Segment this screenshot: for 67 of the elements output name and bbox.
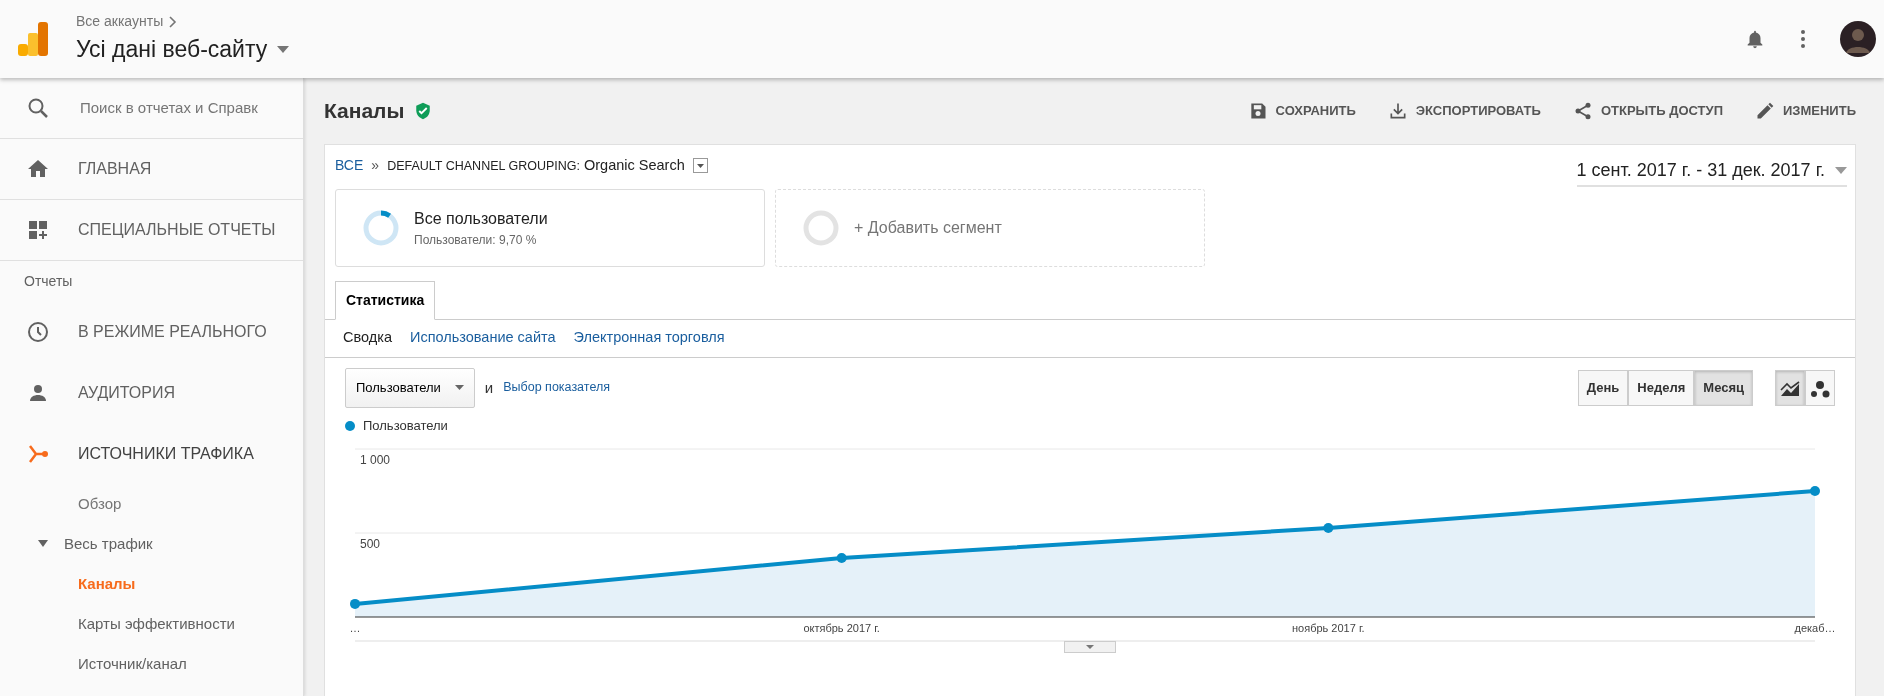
period-button[interactable]: Месяц	[1694, 369, 1753, 406]
conjunction-text: и	[484, 377, 494, 398]
expand-handle-icon[interactable]	[1064, 641, 1116, 654]
subtab[interactable]: Электронная торговля	[573, 327, 725, 350]
toolbar-action[interactable]: СОХРАНИТЬ	[1247, 101, 1356, 121]
custom-icon	[26, 218, 50, 242]
dimension-label: DEFAULT CHANNEL GROUPING:	[387, 157, 580, 175]
sidebar-nav-item[interactable]: АУДИТОРИЯ	[0, 362, 303, 423]
page-title: Каналы	[324, 98, 405, 125]
period-button[interactable]: День	[1577, 369, 1629, 406]
date-range-picker[interactable]: 1 сент. 2017 г. - 31 дек. 2017 г.	[1576, 155, 1847, 187]
metric-link[interactable]: Выбор показателя	[503, 378, 610, 398]
triangle-icon[interactable]	[38, 540, 48, 548]
sidebar-group-link[interactable]: Весь трафик	[64, 532, 153, 556]
bar-chart-logo[interactable]	[18, 22, 48, 56]
add-segment-button[interactable]: + Добавить сегмент	[775, 188, 1205, 267]
more-vertical-icon[interactable]	[1800, 29, 1806, 49]
legend-label: Пользователи	[363, 416, 448, 435]
axis-label: октябрь 2017 г.	[803, 622, 880, 635]
sidebar-link[interactable]: Источник/канал	[0, 644, 303, 684]
subtab[interactable]: Сводка	[343, 327, 392, 350]
search-icon	[26, 96, 50, 120]
sidebar-nav-item[interactable]: ГЛАВНАЯ	[0, 139, 303, 199]
data-point[interactable]	[350, 599, 360, 610]
view-selector[interactable]: Усі дані веб-сайту	[76, 32, 268, 67]
sidebar-nav-item[interactable]: В РЕЖИМЕ РЕАЛЬНОГО	[0, 301, 303, 362]
sidebar-link[interactable]: Обзор	[0, 484, 303, 524]
line-chart-button[interactable]	[1775, 369, 1805, 406]
dropdown-caret-icon[interactable]	[277, 46, 290, 53]
breadcrumb-separator: »	[371, 156, 380, 176]
empty-ring-icon	[802, 208, 840, 247]
axis-label: декаб…	[1794, 622, 1836, 635]
segment-detail: Пользователи: 9,70 %	[414, 231, 538, 249]
data-point[interactable]	[836, 553, 847, 564]
sidebar-link[interactable]: Карты эффективности	[0, 604, 303, 644]
dimension-value: Organic Search	[584, 156, 685, 175]
clock-icon	[26, 319, 50, 344]
data-point[interactable]	[1810, 486, 1820, 497]
dropdown-caret-icon	[454, 385, 464, 391]
sidebar-nav-item[interactable]: СПЕЦИАЛЬНЫЕ ОТЧЕТЫ	[0, 200, 303, 260]
toolbar-action[interactable]: ЭКСПОРТИРОВАТЬ	[1387, 101, 1541, 121]
section-label: Отчеты	[23, 271, 74, 291]
sidebar-nav-item[interactable]: ИСТОЧНИКИ ТРАФИКА	[0, 423, 303, 484]
avatar-circle[interactable]	[1840, 21, 1876, 57]
search-field[interactable]: Поиск в отчетах и Справк	[78, 95, 278, 121]
axis-label: ноябрь 2017 г.	[1292, 622, 1365, 635]
dropdown-caret-icon	[1835, 166, 1847, 174]
dots-icon	[1810, 379, 1830, 398]
axis-label: 1 000	[360, 453, 391, 468]
subtab[interactable]: Использование сайта	[409, 327, 556, 350]
segment-name: Все пользователи	[414, 208, 548, 229]
axis-label: …	[349, 622, 361, 635]
line-chart-icon	[1780, 380, 1800, 397]
bubble-chart-button[interactable]	[1805, 369, 1835, 406]
data-point[interactable]	[1323, 523, 1334, 534]
toolbar-action[interactable]: ОТКРЫТЬ ДОСТУП	[1572, 101, 1723, 121]
pencil-icon	[1755, 101, 1775, 121]
report-tab[interactable]: Статистика	[335, 280, 436, 320]
dropdown-caret-icon[interactable]	[692, 158, 708, 174]
axis-label: 500	[360, 537, 381, 552]
period-button[interactable]: Неделя	[1628, 369, 1695, 406]
account-breadcrumb[interactable]: Все аккаунты	[76, 11, 164, 33]
segment-ring-icon	[362, 208, 400, 247]
chevron-right-icon	[169, 15, 178, 28]
toolbar-action[interactable]: ИЗМЕНИТЬ	[1755, 101, 1856, 121]
metric-dropdown[interactable]: Пользователи	[345, 367, 475, 408]
breadcrumb-link[interactable]: ВСЕ	[335, 155, 364, 177]
